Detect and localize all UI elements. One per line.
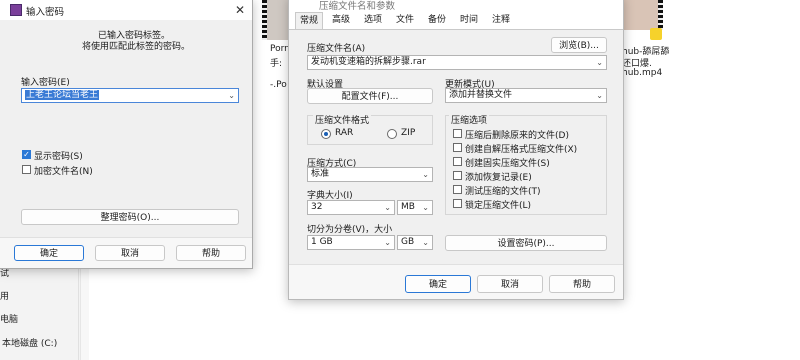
video-thumbnail[interactable] bbox=[623, 0, 663, 30]
option-label-test[interactable]: 测试压缩的文件(T) bbox=[465, 184, 541, 197]
tab-backup[interactable]: 备份 bbox=[425, 12, 449, 28]
format-zip-radio[interactable] bbox=[387, 129, 397, 139]
info-line-2: 将使用匹配此标签的密码。 bbox=[82, 42, 191, 52]
tab-files[interactable]: 文件 bbox=[393, 12, 417, 28]
chevron-down-icon[interactable]: ⌄ bbox=[384, 201, 391, 214]
option-label-solid[interactable]: 创建固实压缩文件(S) bbox=[465, 156, 550, 169]
winrar-app-icon bbox=[10, 4, 22, 16]
encrypt-names-checkbox[interactable] bbox=[22, 165, 31, 174]
split-unit-select[interactable]: GB ⌄ bbox=[397, 235, 433, 250]
option-checkbox[interactable] bbox=[453, 185, 462, 194]
archive-name-value: 发动机变速箱的拆解步骤.rar bbox=[311, 57, 426, 67]
thumbnail-caption: -.Po bbox=[270, 80, 287, 90]
tab-options[interactable]: 选项 bbox=[361, 12, 385, 28]
organize-passwords-button[interactable]: 整理密码(O)... bbox=[21, 209, 239, 225]
tab-general[interactable]: 常规 bbox=[295, 12, 323, 29]
help-button[interactable]: 帮助 bbox=[549, 275, 615, 293]
chevron-down-icon[interactable]: ⌄ bbox=[596, 56, 603, 69]
chevron-down-icon[interactable]: ⌄ bbox=[384, 236, 391, 249]
cancel-button[interactable]: 取消 bbox=[477, 275, 543, 293]
split-volumes-label: 切分为分卷(V)，大小 bbox=[307, 225, 393, 235]
dictionary-size-value: 32 bbox=[311, 202, 323, 212]
enter-password-dialog: 输入密码 ✕ 已输入密码标签。 将使用匹配此标签的密码。 输入密码(E) 上老王… bbox=[0, 0, 253, 269]
password-label: 输入密码(E) bbox=[21, 78, 70, 88]
dialog-title: 输入密码 bbox=[26, 7, 65, 18]
dictionary-unit-select[interactable]: MB ⌄ bbox=[397, 200, 433, 215]
chevron-down-icon[interactable]: ⌄ bbox=[422, 168, 429, 181]
option-checkbox[interactable] bbox=[453, 129, 462, 138]
archive-name-label: 压缩文件名(A) bbox=[307, 44, 366, 54]
method-select[interactable]: 标准 ⌄ bbox=[307, 167, 433, 182]
help-button[interactable]: 帮助 bbox=[176, 245, 246, 261]
format-rar-radio[interactable] bbox=[321, 129, 331, 139]
option-checkbox[interactable] bbox=[453, 199, 462, 208]
chevron-down-icon[interactable]: ⌄ bbox=[596, 89, 603, 102]
split-unit-value: GB bbox=[401, 237, 415, 247]
format-rar-label[interactable]: RAR bbox=[335, 128, 353, 138]
thumbnail-caption: hub.mp4 bbox=[622, 68, 663, 78]
chevron-down-icon[interactable]: ⌄ bbox=[422, 201, 429, 214]
password-combobox[interactable]: 上老王论坛当老王 ⌄ bbox=[21, 88, 239, 103]
cancel-button[interactable]: 取消 bbox=[95, 245, 165, 261]
player-badge-icon bbox=[650, 28, 662, 40]
update-mode-select[interactable]: 添加并替换文件 ⌄ bbox=[445, 88, 607, 103]
option-label-lock[interactable]: 锁定压缩文件(L) bbox=[465, 198, 531, 211]
update-mode-value: 添加并替换文件 bbox=[449, 90, 513, 100]
tab-time[interactable]: 时间 bbox=[457, 12, 481, 28]
format-group-label: 压缩文件格式 bbox=[313, 113, 372, 126]
format-zip-label[interactable]: ZIP bbox=[401, 128, 415, 138]
thumbnail-caption: 手: bbox=[270, 59, 283, 69]
chevron-down-icon[interactable]: ⌄ bbox=[422, 236, 429, 249]
profiles-button[interactable]: 配置文件(F)... bbox=[307, 88, 433, 104]
split-size-value: 1 GB bbox=[311, 237, 333, 247]
split-size-combobox[interactable]: 1 GB ⌄ bbox=[307, 235, 395, 250]
chevron-down-icon[interactable]: ⌄ bbox=[228, 89, 235, 102]
option-checkbox[interactable] bbox=[453, 157, 462, 166]
dialog-titlebar[interactable]: 压缩文件名和参数 bbox=[289, 0, 623, 12]
option-checkbox[interactable] bbox=[453, 143, 462, 152]
dictionary-unit-value: MB bbox=[401, 202, 415, 212]
film-strip-icon bbox=[262, 0, 267, 40]
nav-item-local-disk-c[interactable]: 本地磁盘 (C:) bbox=[2, 336, 57, 349]
dialog-titlebar[interactable]: 输入密码 ✕ bbox=[0, 0, 252, 20]
browse-button[interactable]: 浏览(B)... bbox=[551, 37, 607, 53]
archive-name-combobox[interactable]: 发动机变速箱的拆解步骤.rar ⌄ bbox=[307, 55, 607, 70]
thumbnail-caption: Porn bbox=[270, 44, 290, 54]
set-password-button[interactable]: 设置密码(P)... bbox=[445, 235, 607, 251]
method-value: 标准 bbox=[311, 169, 330, 179]
option-label-delete[interactable]: 压缩后删除原来的文件(D) bbox=[465, 128, 569, 141]
option-label-recovery[interactable]: 添加恢复记录(E) bbox=[465, 170, 532, 183]
option-checkbox[interactable] bbox=[453, 171, 462, 180]
dictionary-size-select[interactable]: 32 ⌄ bbox=[307, 200, 395, 215]
nav-fragment[interactable]: 用 bbox=[0, 289, 9, 302]
ok-button[interactable]: 确定 bbox=[405, 275, 471, 293]
encrypt-names-label[interactable]: 加密文件名(N) bbox=[34, 164, 93, 177]
password-value: 上老王论坛当老王 bbox=[25, 90, 100, 100]
archive-settings-dialog: 压缩文件名和参数 常规 高级 选项 文件 备份 时间 注释 压缩文件名(A) 浏… bbox=[288, 0, 624, 300]
options-group-label: 压缩选项 bbox=[449, 113, 490, 126]
show-password-checkbox[interactable]: ✓ bbox=[22, 150, 31, 159]
tab-advanced[interactable]: 高级 bbox=[329, 12, 353, 28]
nav-fragment[interactable]: 电脑 bbox=[0, 312, 18, 325]
show-password-label[interactable]: 显示密码(S) bbox=[34, 149, 83, 162]
close-icon[interactable]: ✕ bbox=[232, 2, 248, 18]
film-strip-icon bbox=[658, 0, 663, 30]
ok-button[interactable]: 确定 bbox=[14, 245, 84, 261]
option-label-sfx[interactable]: 创建自解压格式压缩文件(X) bbox=[465, 142, 577, 155]
tab-comment[interactable]: 注释 bbox=[489, 12, 513, 28]
